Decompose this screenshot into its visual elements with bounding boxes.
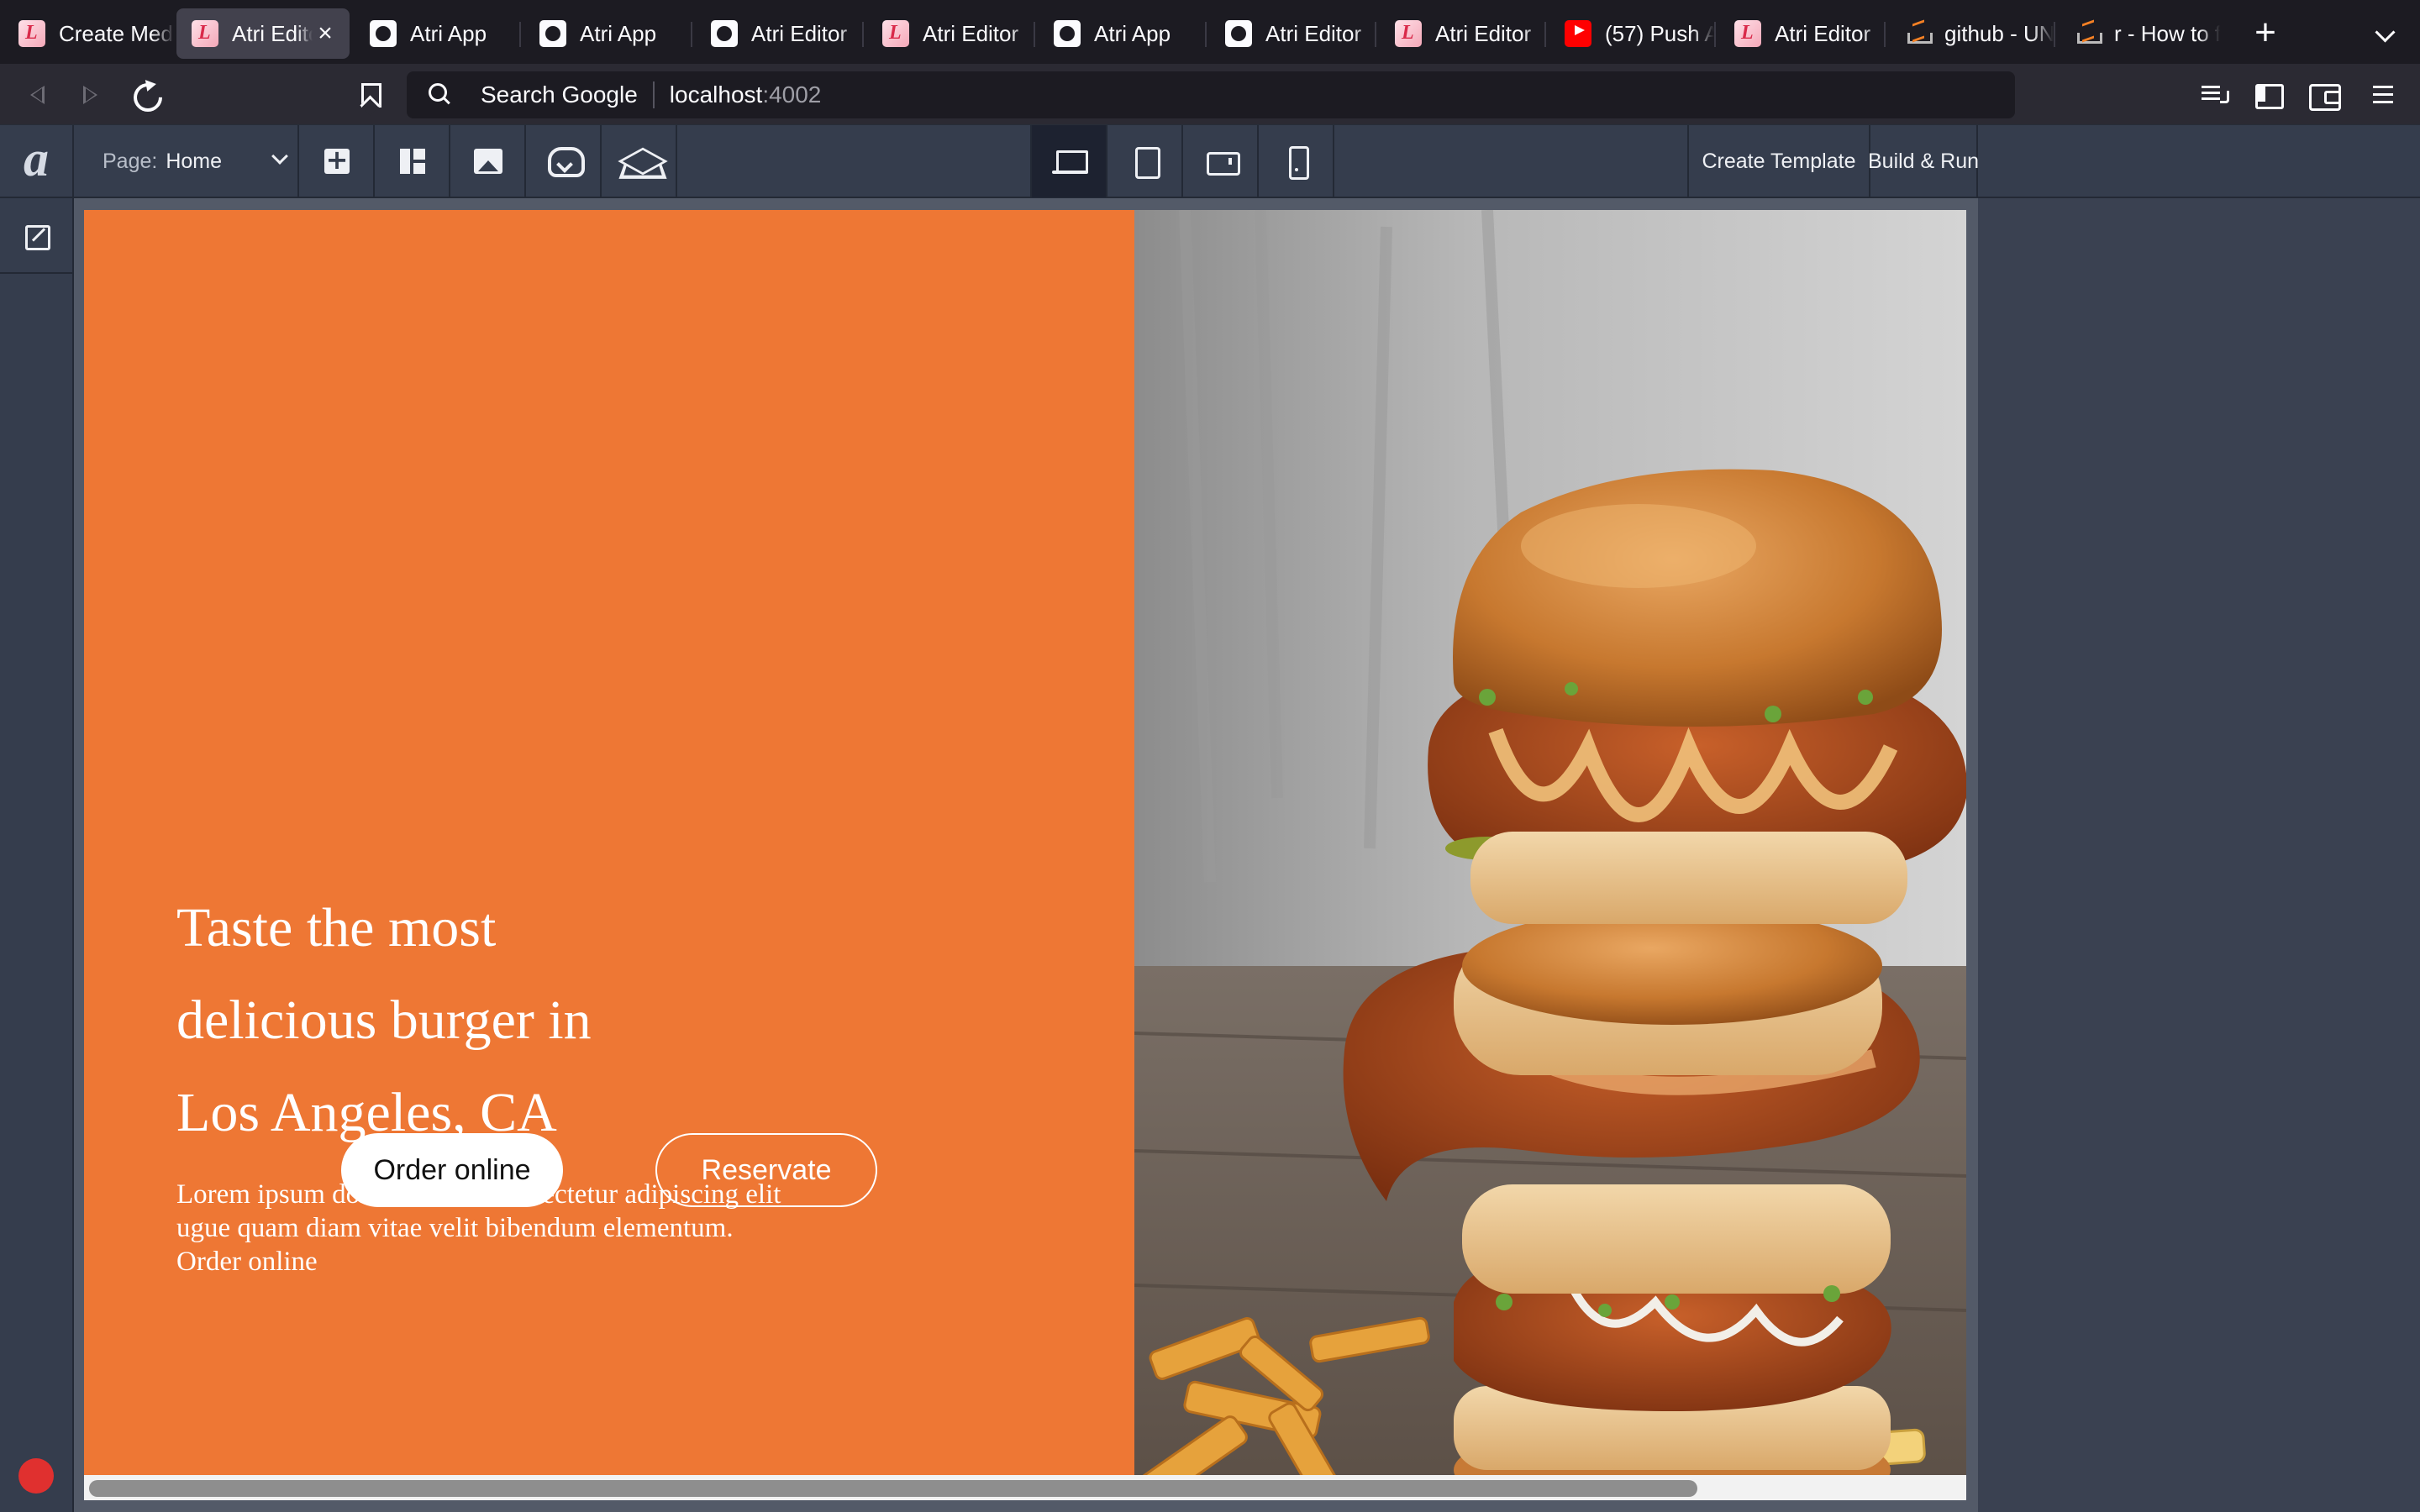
record-indicator <box>18 1458 54 1494</box>
search-engine-label: Search Google <box>481 81 638 108</box>
tab-title: Atri Editor <box>232 20 313 46</box>
desktop-icon[interactable] <box>1030 125 1106 197</box>
globe-icon <box>1054 20 1081 47</box>
browser-tab-strip: Create Media Atri Editor × Atri App Atri… <box>0 0 2420 64</box>
tab-title: r - How to f <box>2114 20 2220 46</box>
hero-title-line: Taste the most <box>176 897 497 958</box>
back-button[interactable] <box>18 76 57 114</box>
tab-title: Atri Editor <box>1265 20 1362 46</box>
tab-title: Atri App <box>1094 20 1171 46</box>
atri-icon <box>192 20 218 47</box>
media-playlist-icon[interactable] <box>2195 76 2233 114</box>
sidebar-toggle-icon[interactable] <box>2249 76 2287 114</box>
tab-title: Atri Editor <box>751 20 848 46</box>
build-run-button[interactable]: Build & Run <box>1868 125 1979 197</box>
browser-tab[interactable]: Atri Editor <box>692 8 860 59</box>
forward-button[interactable] <box>71 76 109 114</box>
browser-tab[interactable]: r - How to f <box>2055 8 2220 59</box>
hero-title: Taste the most delicious burger in Los A… <box>176 882 765 1159</box>
browser-tab[interactable]: Atri App <box>521 8 689 59</box>
close-tab-icon[interactable]: × <box>313 19 338 48</box>
new-tab-button[interactable]: + <box>2244 12 2287 55</box>
browser-tab[interactable]: Atri Editor <box>1716 8 1884 59</box>
browser-tab[interactable]: Atri Editor <box>864 8 1032 59</box>
globe-icon <box>711 20 738 47</box>
image-icon[interactable] <box>450 125 526 197</box>
browser-tab[interactable]: github - UN <box>1886 8 2054 59</box>
atri-icon <box>1734 20 1761 47</box>
tab-title: Atri Editor <box>1775 20 1871 46</box>
tab-title: Atri App <box>580 20 657 46</box>
editor-left-rail <box>0 198 74 1512</box>
tab-title: Create Media <box>59 20 175 46</box>
edit-icon[interactable] <box>0 198 72 274</box>
browser-tab[interactable]: Atri App <box>1035 8 1203 59</box>
url-port: :4002 <box>762 81 822 108</box>
hero-section[interactable]: Taste the most delicious burger in Los A… <box>84 210 1966 1500</box>
tablet-landscape-icon[interactable] <box>1181 125 1257 197</box>
browser-tab-active[interactable]: Atri Editor × <box>176 8 350 59</box>
hero-subtitle-line: ugue quam diam vitae velit bibendum elem… <box>176 1213 734 1243</box>
url-host: localhost <box>669 81 763 108</box>
hero-subtitle-line: Order online <box>176 1247 318 1277</box>
reload-button[interactable] <box>126 76 165 114</box>
globe-icon <box>539 20 566 47</box>
search-icon <box>425 80 455 110</box>
horizontal-scrollbar[interactable] <box>84 1475 1966 1500</box>
tab-title: Atri Editor <box>1435 20 1532 46</box>
stackoverflow-icon <box>1904 20 1933 47</box>
create-template-button[interactable]: Create Template <box>1687 125 1869 197</box>
hero-title-line: delicious burger in <box>176 990 592 1051</box>
tab-title: Atri App <box>410 20 487 46</box>
browser-tab[interactable]: Atri Editor <box>1207 8 1375 59</box>
atri-icon <box>882 20 909 47</box>
wallet-icon[interactable] <box>2304 76 2343 114</box>
editor-toolbar: a Page: Home Create Template Build & Run <box>0 124 2420 199</box>
cloud-download-icon[interactable] <box>526 125 602 197</box>
atri-icon <box>1395 20 1422 47</box>
reservate-button[interactable]: Reservate <box>655 1133 877 1207</box>
globe-icon <box>370 20 397 47</box>
page-selector[interactable]: Page: Home <box>74 125 299 197</box>
scrollbar-thumb[interactable] <box>89 1480 1697 1497</box>
tab-title: github - UN <box>1944 20 2054 46</box>
page-selector-value: Home <box>166 149 223 173</box>
hero-text-panel: Taste the most delicious burger in Los A… <box>84 210 1134 1500</box>
tab-title: Atri Editor <box>923 20 1019 46</box>
browser-tab[interactable]: Atri Editor <box>1376 8 1544 59</box>
layers-icon[interactable] <box>602 125 677 197</box>
stackoverflow-icon <box>2074 20 2102 47</box>
properties-panel <box>1978 198 2420 1512</box>
bookmark-icon[interactable] <box>350 76 388 114</box>
atri-icon <box>18 20 45 47</box>
order-online-button[interactable]: Order online <box>341 1133 563 1207</box>
list-all-tabs-icon[interactable] <box>2368 12 2405 55</box>
burger-illustration <box>1134 210 1966 1500</box>
burger-photo <box>1134 210 1966 1500</box>
globe-icon <box>1225 20 1252 47</box>
url-divider <box>652 81 655 108</box>
page-selector-label: Page: <box>103 149 158 173</box>
tablet-icon[interactable] <box>1106 125 1181 197</box>
atri-logo: a <box>0 125 74 199</box>
add-component-icon[interactable] <box>299 125 375 197</box>
browser-tab[interactable]: Create Media <box>0 8 175 59</box>
browser-tab[interactable]: Atri App <box>351 8 519 59</box>
chevron-down-icon <box>271 148 288 165</box>
tab-title: (57) Push A <box>1605 20 1714 46</box>
menu-icon[interactable] <box>2365 76 2403 114</box>
url-bar[interactable]: Search Google localhost:4002 <box>407 71 2015 118</box>
browser-tab[interactable]: (57) Push A <box>1546 8 1714 59</box>
layout-icon[interactable] <box>375 125 450 197</box>
youtube-icon <box>1565 20 1591 47</box>
mobile-icon[interactable] <box>1257 125 1334 197</box>
